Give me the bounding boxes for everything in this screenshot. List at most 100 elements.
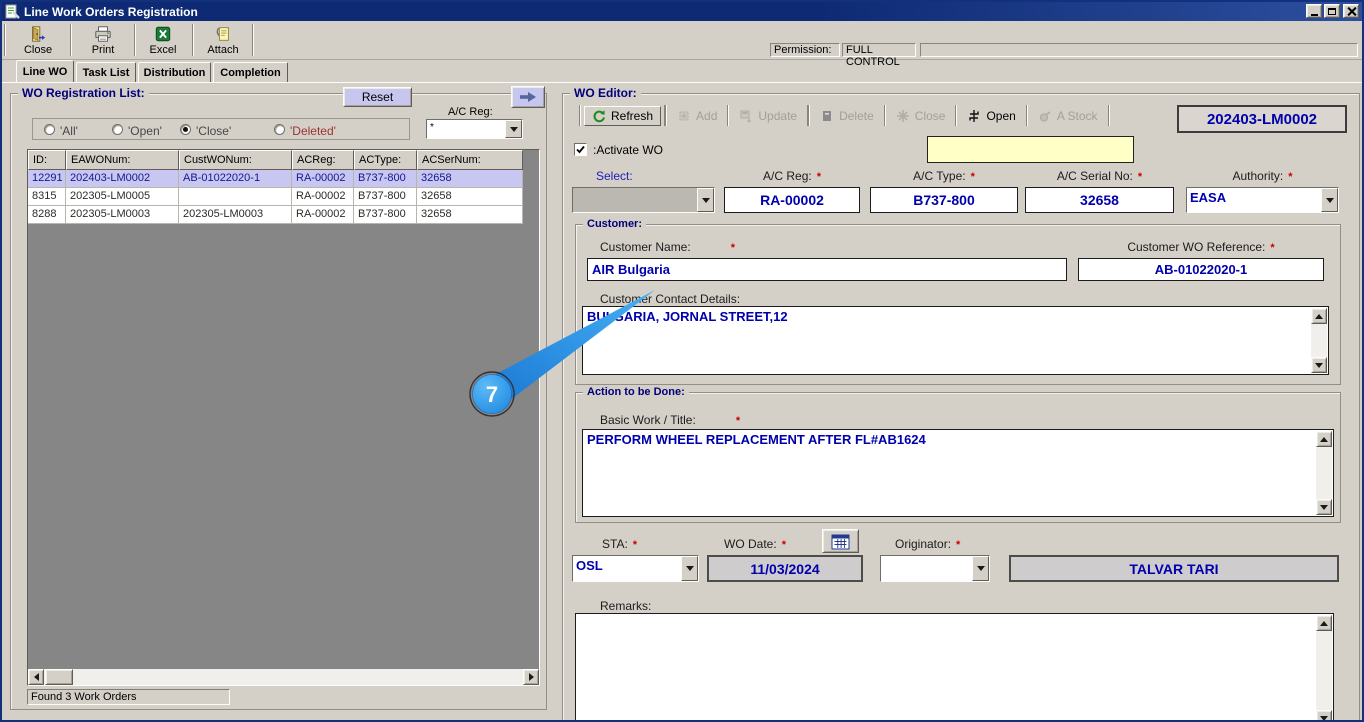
status-spacer-box bbox=[920, 43, 1358, 57]
go-arrow-button[interactable] bbox=[511, 86, 545, 108]
restore-button[interactable] bbox=[1324, 4, 1340, 18]
tab-completion-label: Completion bbox=[220, 67, 281, 79]
ac-reg-filter-dropdown-button[interactable] bbox=[505, 120, 522, 138]
toolbar-separator bbox=[1026, 105, 1028, 126]
radio-open[interactable] bbox=[112, 124, 123, 135]
basic-work-textarea[interactable]: PERFORM WHEEL REPLACEMENT AFTER FL#AB162… bbox=[582, 429, 1334, 517]
a-stock-button[interactable]: A Stock bbox=[1031, 107, 1105, 125]
add-label: Add bbox=[696, 109, 717, 123]
open-wo-button[interactable]: Open bbox=[960, 107, 1022, 125]
cell-actype: B737-800 bbox=[354, 188, 417, 206]
sta-dropdown-button[interactable] bbox=[681, 556, 698, 581]
required-marker: * bbox=[782, 539, 786, 551]
scroll-up-button[interactable] bbox=[1316, 431, 1332, 447]
required-marker: * bbox=[817, 171, 821, 183]
authority-combo[interactable]: EASA bbox=[1186, 187, 1339, 213]
radio-close[interactable] bbox=[180, 124, 191, 135]
cell-custwonum: AB-01022020-1 bbox=[179, 170, 292, 188]
required-marker: * bbox=[1288, 171, 1292, 183]
customer-ref-field[interactable]: AB-01022020-1 bbox=[1078, 258, 1324, 281]
grid-header-acsernum[interactable]: ACSerNum: bbox=[417, 150, 523, 170]
add-button[interactable]: Add bbox=[670, 107, 724, 125]
radio-close-label: 'Close' bbox=[196, 124, 231, 138]
ac-serial-field[interactable]: 32658 bbox=[1025, 187, 1174, 213]
ac-reg-field[interactable]: RA-00002 bbox=[724, 187, 860, 213]
scroll-down-button[interactable] bbox=[1316, 499, 1332, 515]
refresh-label: Refresh bbox=[611, 109, 653, 123]
radio-all[interactable] bbox=[44, 124, 55, 135]
minimize-icon bbox=[1311, 14, 1318, 16]
cell-id: 12291 bbox=[28, 170, 66, 188]
chevron-down-icon bbox=[686, 566, 694, 571]
scroll-up-button[interactable] bbox=[1316, 615, 1332, 631]
reset-button-label: Reset bbox=[362, 90, 393, 104]
sta-combo[interactable]: OSL bbox=[572, 555, 699, 582]
grid-header-eawonum[interactable]: EAWONum: bbox=[66, 150, 179, 170]
refresh-button[interactable]: Refresh bbox=[584, 106, 661, 126]
ac-reg-filter-combo[interactable]: * bbox=[426, 119, 523, 139]
title-bar: Line Work Orders Registration bbox=[2, 2, 1362, 21]
originator-dropdown-button[interactable] bbox=[972, 556, 989, 581]
ac-reg-value: RA-00002 bbox=[760, 192, 824, 208]
scroll-left-button[interactable] bbox=[28, 669, 44, 685]
remarks-scrollbar[interactable] bbox=[1316, 615, 1332, 722]
scroll-up-button[interactable] bbox=[1311, 308, 1327, 324]
right-arrow-icon bbox=[518, 91, 538, 103]
close-window-button[interactable] bbox=[1343, 4, 1359, 18]
toolbar-excel-button[interactable]: Excel bbox=[138, 23, 188, 57]
originator-name-field: TALVAR TARI bbox=[1009, 555, 1339, 582]
sta-label: STA:* bbox=[602, 537, 637, 551]
tab-task-list[interactable]: Task List bbox=[76, 62, 136, 82]
customer-name-field[interactable]: AIR Bulgaria bbox=[587, 258, 1067, 281]
grid-header-actype[interactable]: ACType: bbox=[354, 150, 417, 170]
quick-search-field[interactable] bbox=[927, 136, 1134, 163]
ac-serial-label: A/C Serial No:* bbox=[1025, 169, 1174, 183]
cell-custwonum bbox=[179, 188, 292, 206]
reset-button[interactable]: Reset bbox=[343, 87, 412, 107]
remarks-textarea[interactable] bbox=[575, 613, 1334, 722]
delete-button[interactable]: Delete bbox=[813, 107, 881, 125]
door-exit-icon bbox=[28, 25, 48, 43]
select-combo[interactable] bbox=[572, 187, 715, 213]
scroll-down-icon bbox=[1320, 505, 1328, 510]
cell-custwonum: 202305-LM0003 bbox=[179, 206, 292, 224]
toolbar-print-button[interactable]: Print bbox=[76, 23, 130, 57]
authority-dropdown-button[interactable] bbox=[1321, 188, 1338, 212]
excel-icon bbox=[153, 25, 173, 43]
scroll-down-button[interactable] bbox=[1311, 357, 1327, 373]
update-button[interactable]: Update bbox=[732, 107, 804, 125]
scroll-down-button[interactable] bbox=[1316, 710, 1332, 722]
radio-all-label: 'All' bbox=[60, 124, 78, 138]
toolbar-separator bbox=[1108, 105, 1110, 126]
toolbar-close-button[interactable]: Close bbox=[10, 23, 66, 57]
customer-contact-textarea[interactable]: BULGARIA, JORNAL STREET,12 bbox=[582, 306, 1329, 375]
activate-wo-checkbox[interactable] bbox=[574, 143, 587, 156]
tab-completion[interactable]: Completion bbox=[213, 62, 288, 82]
grid-horizontal-scrollbar[interactable] bbox=[28, 669, 539, 685]
grid-header-id[interactable]: ID: bbox=[28, 150, 66, 170]
tab-distribution[interactable]: Distribution bbox=[138, 62, 211, 82]
scroll-right-button[interactable] bbox=[523, 669, 539, 685]
toolbar-separator bbox=[579, 105, 581, 126]
cell-acreg: RA-00002 bbox=[292, 170, 354, 188]
a-stock-icon bbox=[1038, 109, 1052, 123]
tab-line-wo[interactable]: Line WO bbox=[16, 60, 74, 82]
scrollbar-thumb[interactable] bbox=[45, 669, 73, 685]
contact-scrollbar[interactable] bbox=[1311, 308, 1327, 373]
remarks-label: Remarks: bbox=[600, 599, 651, 613]
toolbar-attach-button[interactable]: Attach bbox=[196, 23, 250, 57]
scroll-down-icon bbox=[1320, 716, 1328, 721]
minimize-button[interactable] bbox=[1306, 4, 1322, 18]
wo-date-field[interactable]: 11/03/2024 bbox=[707, 555, 863, 582]
originator-name-value: TALVAR TARI bbox=[1129, 561, 1218, 577]
tab-content-edge bbox=[2, 82, 1362, 83]
grid-header-acreg[interactable]: ACReg: bbox=[292, 150, 354, 170]
close-wo-button[interactable]: Close bbox=[889, 107, 953, 125]
originator-combo[interactable] bbox=[880, 555, 990, 582]
ac-type-field[interactable]: B737-800 bbox=[870, 187, 1018, 213]
calendar-button[interactable] bbox=[822, 529, 859, 553]
radio-deleted[interactable] bbox=[274, 124, 285, 135]
grid-header-custwonum[interactable]: CustWONum: bbox=[179, 150, 292, 170]
select-combo-dropdown-button[interactable] bbox=[697, 188, 714, 212]
basic-work-scrollbar[interactable] bbox=[1316, 431, 1332, 515]
